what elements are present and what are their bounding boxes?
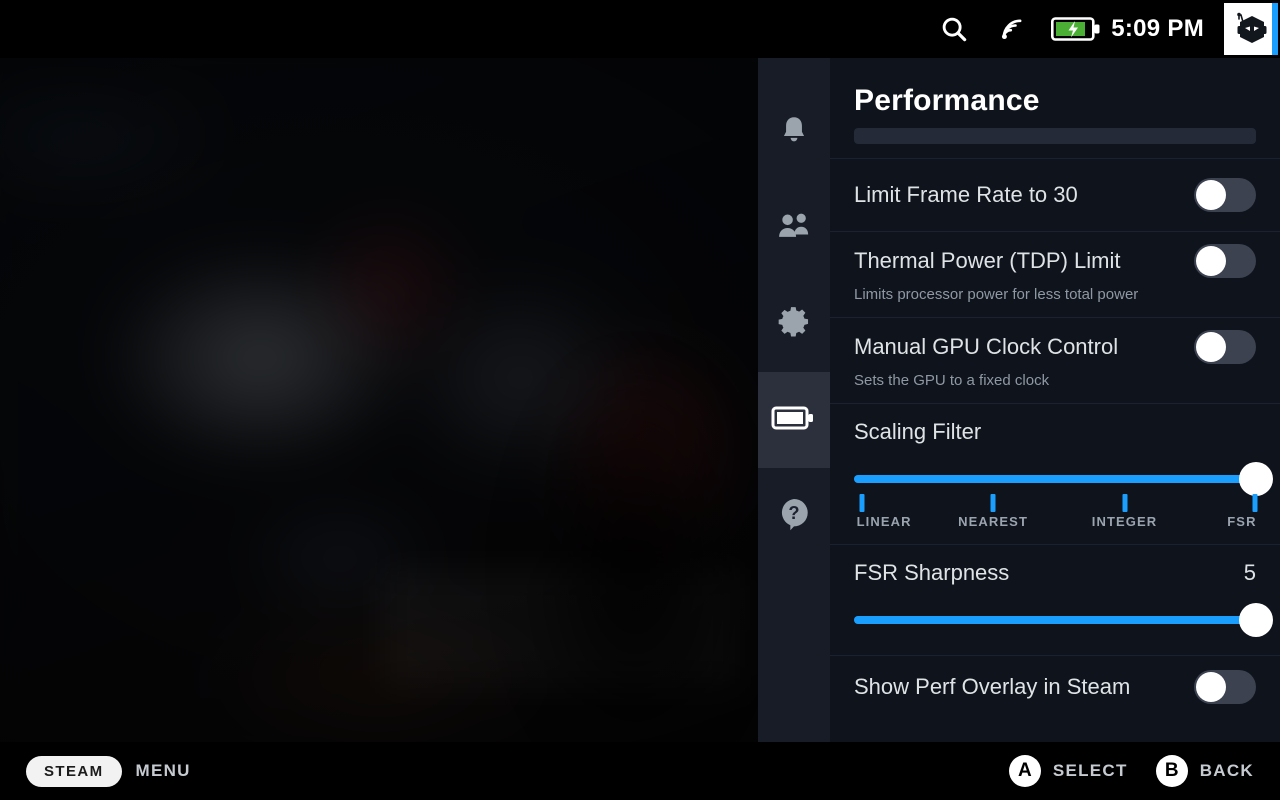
quick-access-drawer: ? Performance Limit Frame Rate to 30 The… — [758, 58, 1280, 742]
tick-label-fsr: FSR — [1227, 514, 1257, 529]
hint-select[interactable]: A SELECT — [1008, 755, 1128, 787]
sidebar-item-performance[interactable] — [758, 372, 830, 468]
slider-tick — [859, 494, 865, 512]
toggle-knob — [1196, 672, 1226, 702]
sidebar-item-friends[interactable] — [758, 180, 830, 276]
help-icon: ? — [778, 497, 810, 536]
setting-row-thermal-power-tdp-limit[interactable]: Thermal Power (TDP) Limit Limits process… — [830, 232, 1280, 318]
search-icon[interactable] — [925, 14, 983, 44]
svg-text:?: ? — [788, 502, 799, 523]
bottom-action-bar: STEAM MENU A SELECT B BACK — [0, 742, 1280, 800]
fsr-sharpness-slider[interactable] — [854, 603, 1273, 637]
setting-label: Manual GPU Clock Control — [854, 334, 1119, 359]
setting-row-manual-gpu-clock-control[interactable]: Manual GPU Clock Control Sets the GPU to… — [830, 318, 1280, 404]
hint-back-label: BACK — [1199, 761, 1254, 780]
toggle-knob — [1196, 180, 1226, 210]
avatar[interactable] — [1224, 3, 1278, 55]
sidebar-item-help[interactable]: ? — [758, 468, 830, 564]
bell-icon — [777, 113, 811, 152]
steam-deck-quick-access-screen: 5:09 PM ? Performance Limit Frame Rate t… — [0, 0, 1280, 800]
page-title: Performance — [854, 84, 1040, 117]
tick-label-nearest: NEAREST — [958, 514, 1028, 529]
battery-icon — [771, 403, 817, 438]
panel-header: Performance — [830, 58, 1280, 144]
sidebar-item-notifications[interactable] — [758, 84, 830, 180]
fsr-sharpness-value: 5 — [1243, 560, 1256, 585]
toggle-manual-gpu-clock-control[interactable] — [1194, 330, 1256, 364]
b-button-icon: B — [1155, 755, 1188, 787]
quick-access-rail: ? — [758, 58, 830, 742]
toggle-knob — [1196, 246, 1226, 276]
setting-label: Thermal Power (TDP) Limit — [854, 248, 1121, 273]
a-button-icon: A — [1008, 755, 1041, 787]
setting-row-fsr-sharpness[interactable]: FSR Sharpness 5 — [830, 545, 1280, 656]
performance-panel: Performance Limit Frame Rate to 30 Therm… — [830, 58, 1280, 742]
toggle-thermal-power-tdp-limit[interactable] — [1194, 244, 1256, 278]
toggle-knob — [1196, 332, 1226, 362]
sidebar-item-settings[interactable] — [758, 276, 830, 372]
scaling-filter-ticks — [854, 494, 1258, 512]
setting-description: Limits processor power for less total po… — [854, 286, 1139, 303]
toggle-show-perf-overlay-in-steam[interactable] — [1194, 670, 1256, 704]
tick-label-integer: INTEGER — [1091, 514, 1158, 529]
setting-label: Show Perf Overlay in Steam — [854, 674, 1131, 699]
menu-label: MENU — [135, 761, 191, 780]
setting-row-show-perf-overlay-in-steam[interactable]: Show Perf Overlay in Steam — [830, 656, 1280, 718]
hint-back[interactable]: B BACK — [1155, 755, 1254, 787]
setting-label: FSR Sharpness — [854, 560, 1010, 585]
slider-handle[interactable] — [1239, 462, 1273, 496]
slider-tick — [990, 494, 996, 512]
toggle-limit-frame-rate[interactable] — [1194, 178, 1256, 212]
game-background — [0, 58, 760, 742]
avatar-accent-stripe — [1272, 3, 1278, 55]
setting-description: Sets the GPU to a fixed clock — [854, 372, 1050, 389]
panel-progress-track[interactable] — [854, 128, 1256, 144]
slider-tick — [1122, 494, 1128, 512]
slider-tick — [1252, 494, 1258, 512]
background-vignette — [0, 58, 760, 742]
settings-list: Limit Frame Rate to 30 Thermal Power (TD… — [830, 159, 1280, 718]
setting-row-scaling-filter[interactable]: Scaling Filter LINEAR NEAREST INTEGER FS… — [830, 404, 1280, 545]
slider-fill — [854, 616, 1256, 624]
wifi-icon[interactable] — [983, 15, 1041, 43]
clock: 5:09 PM — [1111, 15, 1204, 42]
setting-label: Limit Frame Rate to 30 — [854, 182, 1078, 207]
slider-handle[interactable] — [1239, 603, 1273, 637]
slider-fill — [854, 475, 1256, 483]
tick-label-linear: LINEAR — [856, 514, 912, 529]
hint-select-label: SELECT — [1052, 761, 1128, 780]
button-hints: A SELECT B BACK — [1008, 755, 1254, 787]
battery-charging-icon[interactable] — [1041, 16, 1111, 42]
friends-icon — [776, 209, 812, 248]
setting-label: Scaling Filter — [854, 419, 982, 444]
gear-icon — [776, 304, 812, 345]
status-bar: 5:09 PM — [0, 0, 1280, 58]
scaling-filter-slider[interactable] — [854, 462, 1273, 496]
steam-button[interactable]: STEAM — [26, 755, 122, 787]
scaling-filter-tick-labels: LINEAR NEAREST INTEGER FSR — [854, 514, 1256, 536]
setting-row-limit-frame-rate[interactable]: Limit Frame Rate to 30 — [830, 159, 1280, 232]
